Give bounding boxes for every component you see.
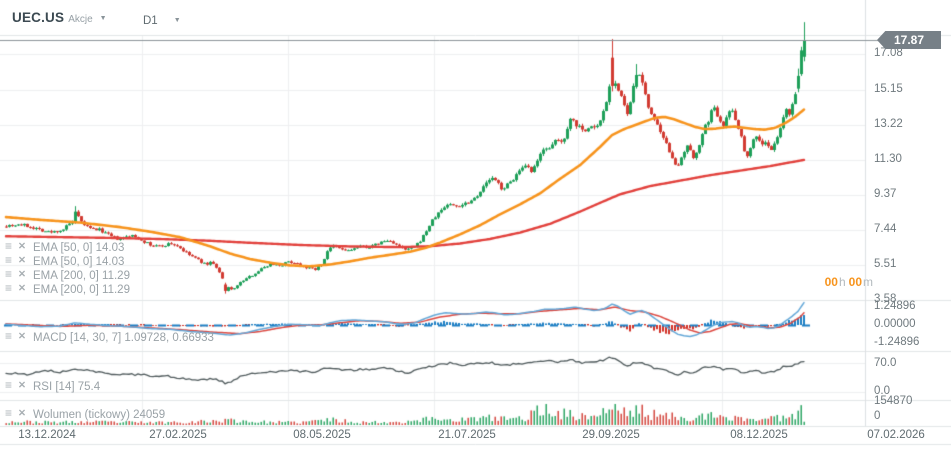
countdown-minutes: 00	[848, 275, 862, 289]
price-tick-label: 17.08	[874, 47, 903, 60]
indicator-remove-icon[interactable]: ✕	[18, 330, 29, 343]
chevron-down-icon: ▼	[99, 15, 107, 22]
indicator-settings-icon[interactable]: ≡	[5, 240, 16, 253]
date-tick-label: 21.07.2025	[438, 429, 496, 441]
macd-tick-label: 0.00000	[874, 318, 916, 330]
price-tick-label: 13.22	[874, 117, 903, 130]
date-tick-label: 13.12.2024	[18, 429, 76, 441]
indicator-settings-icon[interactable]: ≡	[5, 330, 16, 343]
indicator-legend-rsi: ≡ ✕ RSI [14] 75.4	[5, 379, 101, 394]
symbol-selector[interactable]: UEC.US Akcje ▼	[12, 9, 107, 27]
indicator-remove-icon[interactable]: ✕	[18, 240, 29, 253]
current-price-tag: 17.87	[877, 31, 941, 49]
indicator-label: EMA [200, 0] 11.29	[33, 270, 130, 282]
symbol-name: UEC.US	[12, 10, 65, 25]
indicator-settings-icon[interactable]: ≡	[5, 282, 16, 295]
volume-tick-label: 0	[874, 410, 881, 422]
indicator-remove-icon[interactable]: ✕	[18, 379, 29, 392]
price-tick-label: 7.44	[874, 223, 897, 236]
price-tick-label: 15.15	[874, 82, 903, 95]
indicator-legend-macd: ≡ ✕ MACD [14, 30, 7] 1.09728, 0.66933	[5, 330, 214, 345]
indicator-legend-ema50-2: ≡ ✕ EMA [50, 0] 14.03	[5, 254, 125, 269]
price-tick-label: 5.51	[874, 258, 897, 271]
symbol-market-label: Akcje	[68, 14, 93, 25]
timeframe-label: D1	[143, 15, 158, 27]
chevron-down-icon: ▼	[173, 17, 181, 24]
indicator-label: Wolumen (tickowy) 24059	[33, 409, 166, 421]
indicator-legend-ema50-1: ≡ ✕ EMA [50, 0] 14.03	[5, 240, 125, 255]
rsi-tick-label: 70.0	[874, 357, 897, 369]
date-tick-label: 08.05.2025	[293, 429, 351, 441]
chart-header: UEC.US Akcje ▼ D1 ▼	[0, 0, 951, 35]
indicator-remove-icon[interactable]: ✕	[18, 254, 29, 267]
countdown-hours: 00	[824, 275, 838, 289]
date-tick-label: 08.12.2025	[730, 429, 788, 441]
macd-tick-label: -1.24896	[874, 336, 920, 348]
indicator-legend-volume: ≡ ✕ Wolumen (tickowy) 24059	[5, 407, 166, 422]
indicator-label: EMA [50, 0] 14.03	[33, 256, 125, 268]
date-tick-label: 07.02.2026	[867, 429, 925, 441]
indicator-settings-icon[interactable]: ≡	[5, 268, 16, 281]
countdown-minutes-unit: m	[863, 275, 873, 289]
indicator-label: MACD [14, 30, 7] 1.09728, 0.66933	[33, 332, 214, 344]
indicator-remove-icon[interactable]: ✕	[18, 268, 29, 281]
chart-canvas[interactable]	[0, 0, 951, 449]
indicator-remove-icon[interactable]: ✕	[18, 282, 29, 295]
indicator-legend-ema200-1: ≡ ✕ EMA [200, 0] 11.29	[5, 268, 130, 283]
indicator-label: EMA [50, 0] 14.03	[33, 242, 125, 254]
timeframe-selector[interactable]: D1 ▼	[143, 11, 181, 29]
indicator-settings-icon[interactable]: ≡	[5, 254, 16, 267]
volume-tick-label: 154870	[874, 395, 913, 407]
indicator-settings-icon[interactable]: ≡	[5, 407, 16, 420]
bar-close-countdown: 00h 00m	[818, 275, 876, 289]
price-tick-label: 9.37	[874, 187, 897, 200]
date-tick-label: 27.02.2025	[149, 429, 207, 441]
indicator-legend-ema200-2: ≡ ✕ EMA [200, 0] 11.29	[5, 282, 130, 297]
macd-tick-label: 1.24896	[874, 300, 916, 312]
price-tick-label: 11.30	[874, 152, 902, 165]
trading-chart-window: UEC.US Akcje ▼ D1 ▼ ≡ ✕ EMA [50, 0] 14.03 ≡ ✕ E…	[0, 0, 951, 449]
countdown-hours-unit: h	[838, 275, 846, 289]
date-tick-label: 29.09.2025	[582, 429, 640, 441]
indicator-label: RSI [14] 75.4	[33, 381, 101, 393]
indicator-label: EMA [200, 0] 11.29	[33, 284, 130, 296]
indicator-settings-icon[interactable]: ≡	[5, 379, 16, 392]
indicator-remove-icon[interactable]: ✕	[18, 407, 29, 420]
